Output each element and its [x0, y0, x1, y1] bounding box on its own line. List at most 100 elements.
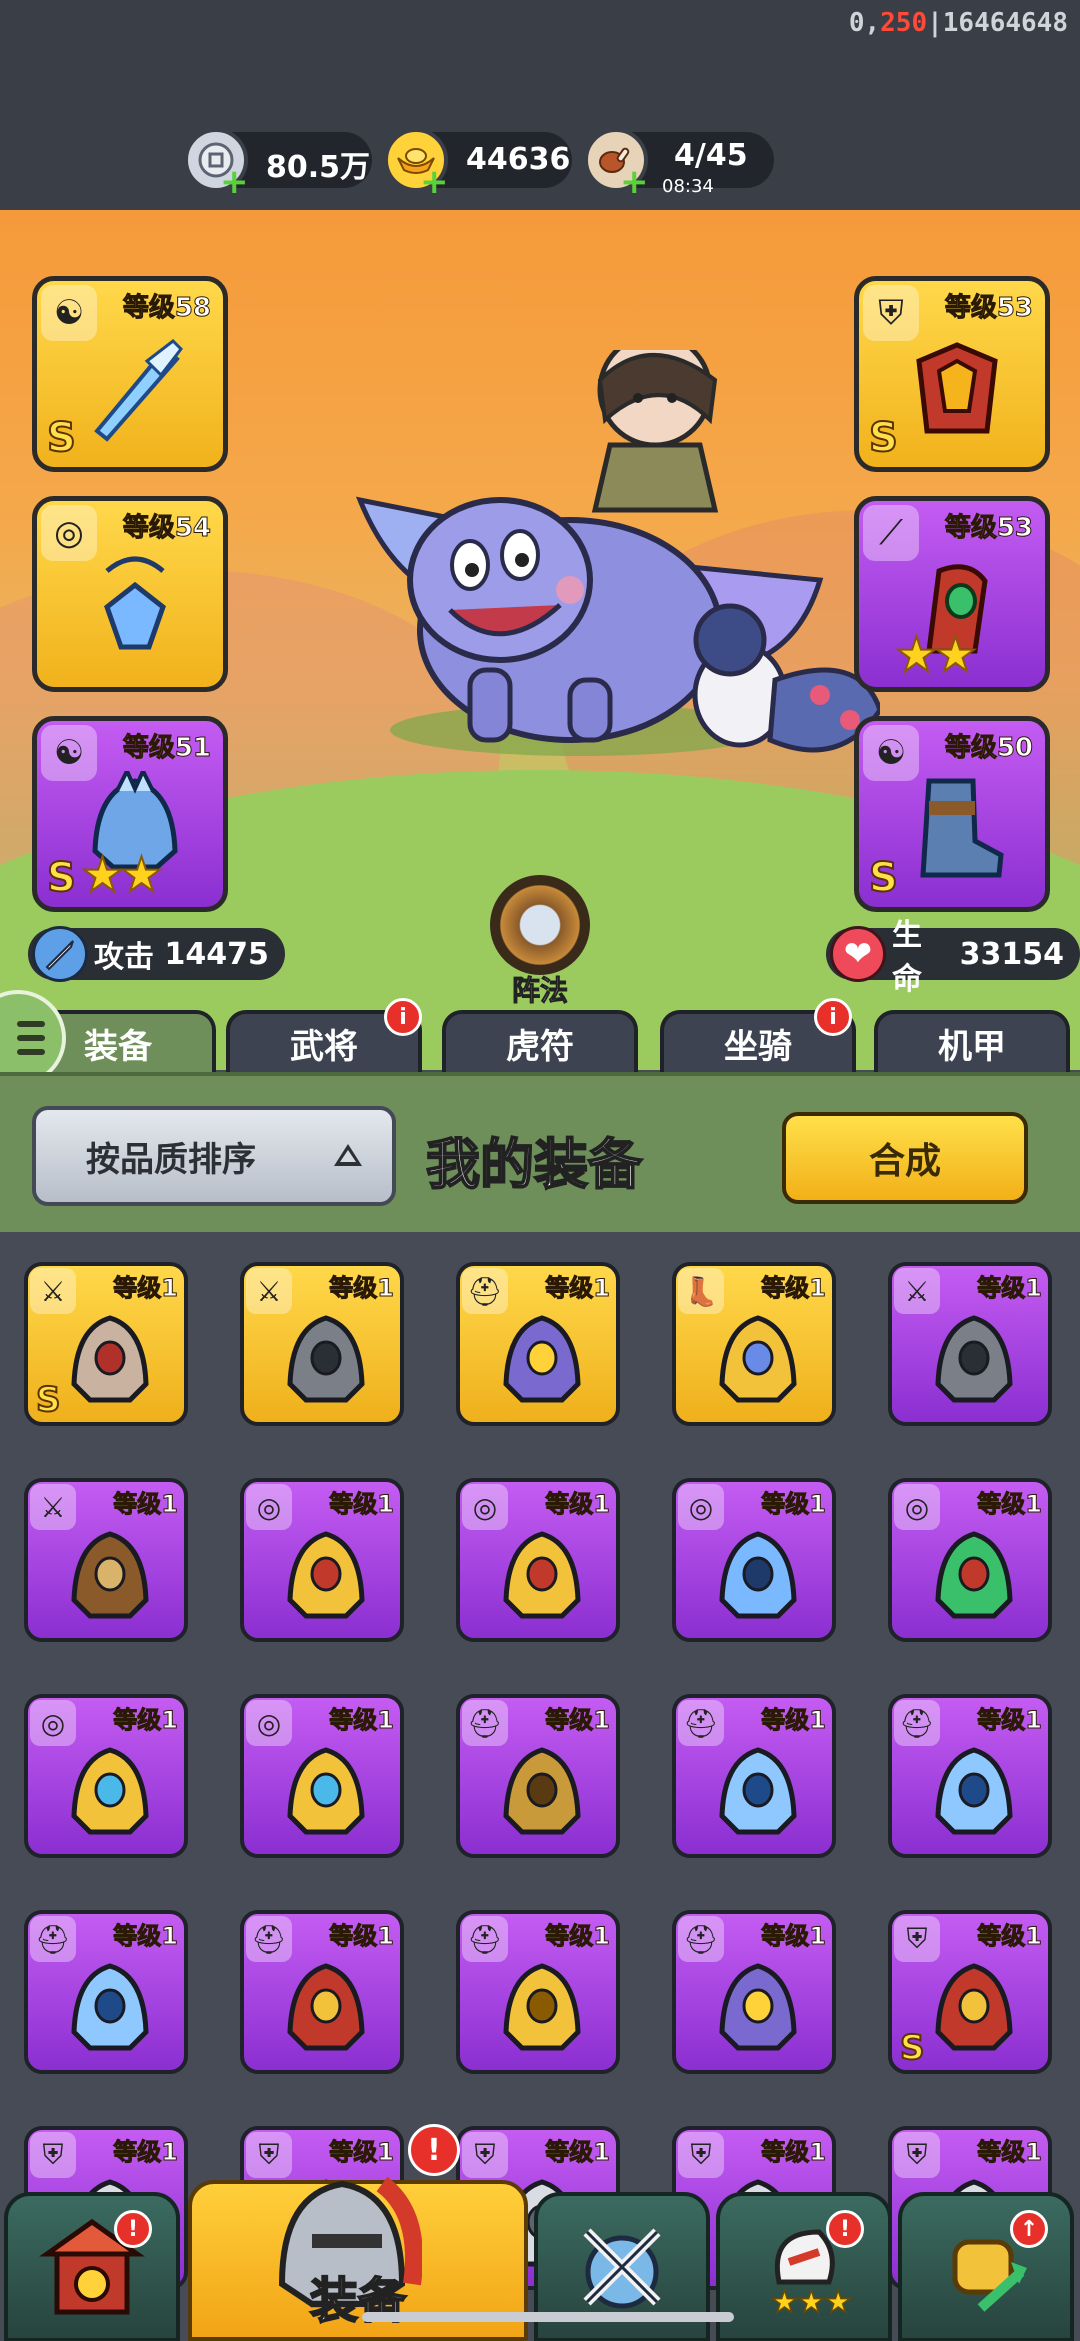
panel-title: 我的装备: [425, 1132, 643, 1197]
shuriken-icon: [287, 1315, 365, 1403]
nav-upgrade[interactable]: [898, 2192, 1074, 2341]
tab-label: 机甲: [938, 1026, 1006, 1067]
home-indicator[interactable]: [362, 2312, 734, 2322]
svg-text:★★★: ★★★: [771, 2285, 852, 2320]
crossbow-icon: [71, 1531, 149, 1619]
inventory-item[interactable]: ◎ 等级1: [456, 1478, 620, 1642]
inventory-item[interactable]: ◎ 等级1: [240, 1478, 404, 1642]
item-level: 等级1: [545, 1274, 611, 1303]
ice-sword-icon: [94, 339, 183, 442]
jeweled-helmet-icon: [503, 1315, 581, 1403]
slot-level: 等级50: [944, 733, 1033, 764]
craft-button[interactable]: 合成: [782, 1112, 1028, 1204]
grade-mark: S: [35, 1379, 61, 1421]
ice-boots-icon: [920, 778, 1004, 878]
hp-value: 33154: [959, 936, 1064, 972]
hero-slot-armor[interactable]: ⛨ 等级53 S: [854, 276, 1050, 472]
item-level: 等级1: [545, 1706, 611, 1735]
add-gold-icon[interactable]: +: [420, 162, 449, 202]
inventory-item[interactable]: ⛑ 等级1: [672, 1910, 836, 2074]
red-helmet-icon: [287, 1963, 365, 2051]
hero-mount-illustration: [355, 350, 880, 756]
inventory-item[interactable]: ⛑ 等级1: [456, 1694, 620, 1858]
tab-label: 装备: [84, 1026, 152, 1067]
inventory-item[interactable]: ⚔ 等级1: [888, 1262, 1052, 1426]
hero-slot-boots[interactable]: ☯ 等级50 S: [854, 716, 1050, 912]
ice-helmet-icon: [935, 1747, 1013, 1835]
item-level: 等级1: [545, 1490, 611, 1519]
resource-stamina[interactable]: + 4/45 08:34: [584, 128, 774, 202]
inventory-item[interactable]: ⚔ 等级1: [240, 1262, 404, 1426]
add-stamina-icon[interactable]: +: [620, 162, 649, 202]
slot-level: 等级53: [944, 293, 1033, 324]
inventory-item[interactable]: ◎ 等级1: [888, 1478, 1052, 1642]
hp-stat: ❤ 生命 33154: [826, 918, 1080, 997]
item-level: 等级1: [761, 1922, 827, 1951]
grade-mark: S: [899, 2027, 925, 2069]
golden-boots-icon: [719, 1315, 797, 1403]
heart-icon: ❤: [830, 926, 886, 982]
inventory-item[interactable]: ⚔ 等级1 S: [24, 1262, 188, 1426]
slot-level: 等级51: [122, 733, 211, 764]
inventory-item[interactable]: ◎ 等级1: [24, 1694, 188, 1858]
nav-heroes[interactable]: ★★★: [716, 2192, 892, 2341]
slot-level: 等级53: [944, 513, 1033, 544]
sort-dropdown[interactable]: 按品质排序: [32, 1106, 396, 1206]
crossed-swords-icon: [583, 2228, 661, 2309]
item-level: 等级1: [329, 1706, 395, 1735]
resource-gold[interactable]: + 44636: [384, 128, 572, 202]
tab-label: 坐骑: [724, 1026, 792, 1067]
attack-label: 攻击: [94, 940, 154, 975]
gem-necklace-icon: [287, 1747, 365, 1835]
inventory-item[interactable]: ⛑ 等级1: [456, 1910, 620, 2074]
debug-highlight: 250: [880, 8, 928, 38]
inventory-item[interactable]: ⛑ 等级1: [456, 1262, 620, 1426]
tab-tiger-tally[interactable]: 虎符: [442, 1010, 638, 1072]
item-level: 等级1: [113, 1706, 179, 1735]
item-level: 等级1: [113, 1490, 179, 1519]
hp-label: 生命: [892, 918, 922, 997]
inventory-item[interactable]: ◎ 等级1: [240, 1694, 404, 1858]
upgrade-badge: ↑: [1010, 2210, 1048, 2248]
hero-slot-helmet[interactable]: ☯ 等级51 S ★★: [32, 716, 228, 912]
inventory-item[interactable]: 👢 等级1: [672, 1262, 836, 1426]
hero-slot-weapon[interactable]: ☯ 等级58 S: [32, 276, 228, 472]
inventory-item[interactable]: ⛑ 等级1: [672, 1694, 836, 1858]
ice-helmet-icon: [719, 1747, 797, 1835]
item-level: 等级1: [977, 1274, 1043, 1303]
item-level: 等级1: [977, 1922, 1043, 1951]
crescent-amulet-icon: [503, 1531, 581, 1619]
item-level: 等级1: [761, 1706, 827, 1735]
debug-counter: 0,250|16464648: [849, 8, 1068, 38]
ice-helmet-icon: [71, 1963, 149, 2051]
hero-slot-bracer[interactable]: ⟋ 等级53 ★★: [854, 496, 1050, 692]
inventory-item[interactable]: ⛑ 等级1: [24, 1910, 188, 2074]
tab-mecha[interactable]: 机甲: [874, 1010, 1070, 1072]
inventory-item[interactable]: ⛑ 等级1: [888, 1694, 1052, 1858]
resource-silver[interactable]: + 80.5万: [184, 128, 372, 202]
flame-armor-icon: [916, 342, 998, 434]
grade-mark: S: [868, 414, 899, 462]
hero-slot-amulet[interactable]: ◎ 等级54: [32, 496, 228, 692]
inventory-item[interactable]: ⛨ 等级1 S: [888, 1910, 1052, 2074]
inventory-item[interactable]: ◎ 等级1: [672, 1478, 836, 1642]
info-badge: i: [384, 998, 422, 1036]
nav-city[interactable]: [4, 2192, 180, 2341]
item-level: 等级1: [977, 2138, 1043, 2167]
grade-mark: S: [46, 854, 77, 902]
info-badge: i: [814, 998, 852, 1036]
emerald-amulet-icon: [935, 1531, 1013, 1619]
inventory-item[interactable]: ⛑ 等级1: [240, 1910, 404, 2074]
add-silver-icon[interactable]: +: [220, 162, 249, 202]
item-level: 等级1: [113, 1922, 179, 1951]
attack-value: 14475: [164, 936, 269, 972]
inventory-item[interactable]: ⚔ 等级1: [24, 1478, 188, 1642]
item-level: 等级1: [761, 1274, 827, 1303]
sort-label: 按品质排序: [86, 1139, 256, 1180]
alert-badge: !: [826, 2210, 864, 2248]
debug-suffix: |16464648: [927, 8, 1068, 38]
item-level: 等级1: [113, 2138, 179, 2167]
golden-helmet-icon: [503, 1963, 581, 2051]
formation-button[interactable]: 阵法: [482, 875, 598, 1009]
item-level: 等级1: [329, 1274, 395, 1303]
